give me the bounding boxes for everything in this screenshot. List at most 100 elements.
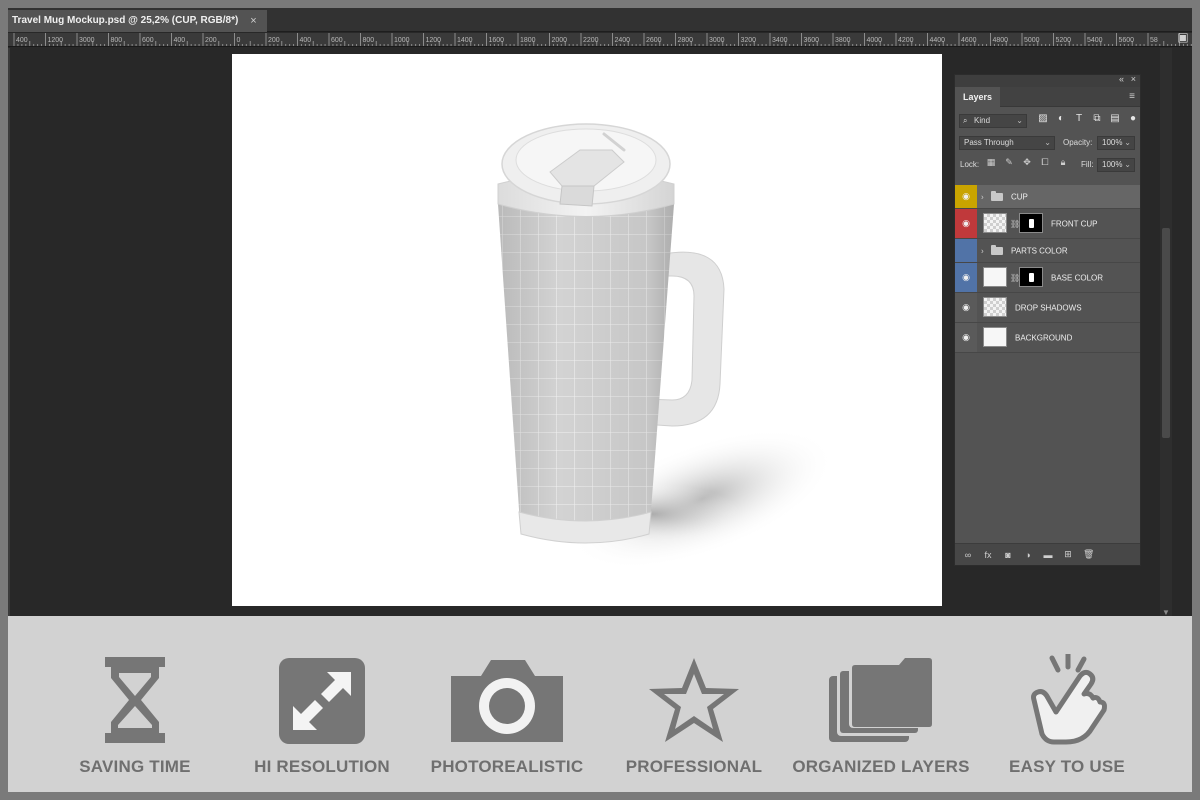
ruler-label: 5200 xyxy=(1056,37,1072,44)
visibility-eye-icon[interactable]: ◉ xyxy=(955,323,977,352)
ruler-label: 3600 xyxy=(804,37,820,44)
layer-name: DROP SHADOWS xyxy=(1015,303,1082,312)
layer-mask-thumbnail[interactable] xyxy=(1019,267,1043,287)
vertical-scrollbar[interactable]: ▼ xyxy=(1160,48,1172,623)
horizontal-ruler[interactable]: 400 1200 3000 800 600 400 200 0 200 400 600 800 1000… xyxy=(8,33,1192,47)
visibility-off-icon[interactable] xyxy=(955,239,977,262)
visibility-eye-icon[interactable]: ◉ xyxy=(955,209,977,238)
feature-label: EASY TO USE xyxy=(1009,757,1125,776)
folder-icon xyxy=(991,190,1003,201)
side-panel-icons: ▣ xyxy=(1174,30,1192,70)
adjustment-filter-icon[interactable]: ◐ xyxy=(1055,113,1067,124)
trash-icon[interactable]: 🗑︎ xyxy=(1083,549,1094,560)
opacity-field[interactable]: 100% ⌄ xyxy=(1097,136,1135,150)
fx-icon[interactable]: fx xyxy=(983,550,993,560)
layer-row-cup[interactable]: ◉ › CUP xyxy=(955,185,1140,209)
ruler-label: 3800 xyxy=(835,37,851,44)
lock-transparency-icon[interactable]: ▦ xyxy=(985,157,997,168)
new-group-icon[interactable]: ▬ xyxy=(1043,550,1053,560)
chevron-right-icon[interactable]: › xyxy=(981,192,984,201)
layer-mask-thumbnail[interactable] xyxy=(1019,213,1043,233)
lock-artboard-icon[interactable]: ⧠ xyxy=(1039,157,1051,168)
ruler-label: 2600 xyxy=(646,37,662,44)
smart-object-filter-icon[interactable]: ▤ xyxy=(1109,113,1121,124)
layer-list: ◉ › CUP ◉ ⛓︎ FRONT CUP › PARTS COLOR ◉ ⛓… xyxy=(955,185,1140,353)
ruler-label: 2000 xyxy=(552,37,568,44)
lock-all-icon[interactable]: 🔒︎ xyxy=(1057,157,1069,168)
feature-easy-to-use: EASY TO USE xyxy=(972,616,1162,792)
filter-kind-select[interactable]: ⌕ Kind ⌄ xyxy=(959,114,1027,128)
type-filter-icon[interactable]: T xyxy=(1073,113,1085,124)
document-tab-title: Travel Mug Mockup.psd @ 25,2% (CUP, RGB/… xyxy=(12,15,239,26)
lock-pixels-icon[interactable]: ✎ xyxy=(1003,157,1015,168)
lock-icons: ▦ ✎ ✥ ⧠ 🔒︎ xyxy=(985,157,1069,168)
visibility-eye-icon[interactable]: ◉ xyxy=(955,293,977,322)
ruler-label: 400 xyxy=(16,37,28,44)
ruler-label: 5400 xyxy=(1087,37,1103,44)
layer-row-parts-color[interactable]: › PARTS COLOR xyxy=(955,239,1140,263)
document-tab-bar: Travel Mug Mockup.psd @ 25,2% (CUP, RGB/… xyxy=(8,8,1192,32)
layer-row-drop-shadows[interactable]: ◉ DROP SHADOWS xyxy=(955,293,1140,323)
layer-row-base-color[interactable]: ◉ ⛓︎ BASE COLOR xyxy=(955,263,1140,293)
chevron-down-icon: ⌄ xyxy=(1124,138,1131,147)
fill-field[interactable]: 100% ⌄ xyxy=(1097,158,1135,172)
new-layer-icon[interactable]: ⊞ xyxy=(1063,549,1073,560)
camera-icon xyxy=(451,660,563,742)
document-tab[interactable]: Travel Mug Mockup.psd @ 25,2% (CUP, RGB/… xyxy=(8,10,267,32)
blend-mode-select[interactable]: Pass Through ⌄ xyxy=(959,136,1055,150)
lock-row: Lock: ▦ ✎ ✥ ⧠ 🔒︎ Fill: 100% ⌄ xyxy=(955,155,1140,175)
filter-row: ⌕ Kind ⌄ ▨ ◐ T ⧉ ▤ ● xyxy=(955,111,1140,131)
expand-panels-icon[interactable]: ▣ xyxy=(1174,30,1192,44)
ruler-label: 4000 xyxy=(867,37,883,44)
stacked-layers-icon xyxy=(829,658,933,742)
tap-hand-icon xyxy=(1031,654,1107,745)
lock-position-icon[interactable]: ✥ xyxy=(1021,157,1033,168)
filter-kind-value: Kind xyxy=(974,116,991,125)
opacity-value: 100% xyxy=(1102,138,1123,147)
chevron-down-icon: ⌄ xyxy=(1016,116,1023,125)
panel-menu-icon[interactable]: ≡ xyxy=(1129,91,1135,102)
lock-label: Lock: xyxy=(960,160,980,169)
layer-row-background[interactable]: ◉ BACKGROUND xyxy=(955,323,1140,353)
collapse-panel-icon[interactable]: « xyxy=(1119,74,1124,84)
ruler-label: 4200 xyxy=(898,37,914,44)
shape-filter-icon[interactable]: ⧉ xyxy=(1091,113,1103,124)
document-canvas[interactable] xyxy=(232,54,942,606)
ruler-label: 3000 xyxy=(79,37,95,44)
layer-thumbnail xyxy=(983,327,1007,347)
layer-name: BACKGROUND xyxy=(1015,333,1073,342)
layer-row-front-cup[interactable]: ◉ ⛓︎ FRONT CUP xyxy=(955,209,1140,239)
add-mask-icon[interactable]: ◙ xyxy=(1003,550,1013,560)
close-tab-icon[interactable]: × xyxy=(250,10,256,32)
layer-name: PARTS COLOR xyxy=(1011,246,1068,255)
filter-toggle-icon[interactable]: ● xyxy=(1127,113,1139,124)
ruler-label: 600 xyxy=(331,37,343,44)
layer-thumbnail xyxy=(983,213,1007,233)
ruler-label: 1400 xyxy=(457,37,473,44)
pixel-filter-icon[interactable]: ▨ xyxy=(1037,113,1049,124)
ruler-label: 3400 xyxy=(772,37,788,44)
feature-photorealistic: PHOTOREALISTIC xyxy=(412,616,602,792)
feature-label: HI RESOLUTION xyxy=(254,757,390,776)
close-panel-icon[interactable]: × xyxy=(1131,74,1136,84)
visibility-eye-icon[interactable]: ◉ xyxy=(955,263,977,292)
fill-value: 100% xyxy=(1102,160,1123,169)
adjustment-layer-icon[interactable]: ◑ xyxy=(1023,550,1033,560)
ruler-label: 400 xyxy=(300,37,312,44)
scrollbar-thumb[interactable] xyxy=(1162,228,1170,438)
chevron-right-icon[interactable]: › xyxy=(981,246,984,255)
fill-label: Fill: xyxy=(1081,160,1094,169)
layer-thumbnail xyxy=(983,297,1007,317)
folder-icon xyxy=(991,244,1003,255)
search-icon: ⌕ xyxy=(963,116,968,125)
ruler-label: 200 xyxy=(205,37,217,44)
ruler-label: 4600 xyxy=(961,37,977,44)
feature-strip: SAVING TIME HI RESOLUTION PHOTOREALISTIC… xyxy=(8,616,1192,792)
tab-layers[interactable]: Layers xyxy=(955,87,1001,107)
layer-name: BASE COLOR xyxy=(1051,273,1104,282)
feature-saving-time: SAVING TIME xyxy=(40,616,230,792)
travel-mug-artwork xyxy=(497,123,835,570)
link-layers-icon[interactable]: ∞ xyxy=(963,550,973,560)
visibility-eye-icon[interactable]: ◉ xyxy=(955,185,977,208)
expand-arrows-icon xyxy=(279,658,365,744)
